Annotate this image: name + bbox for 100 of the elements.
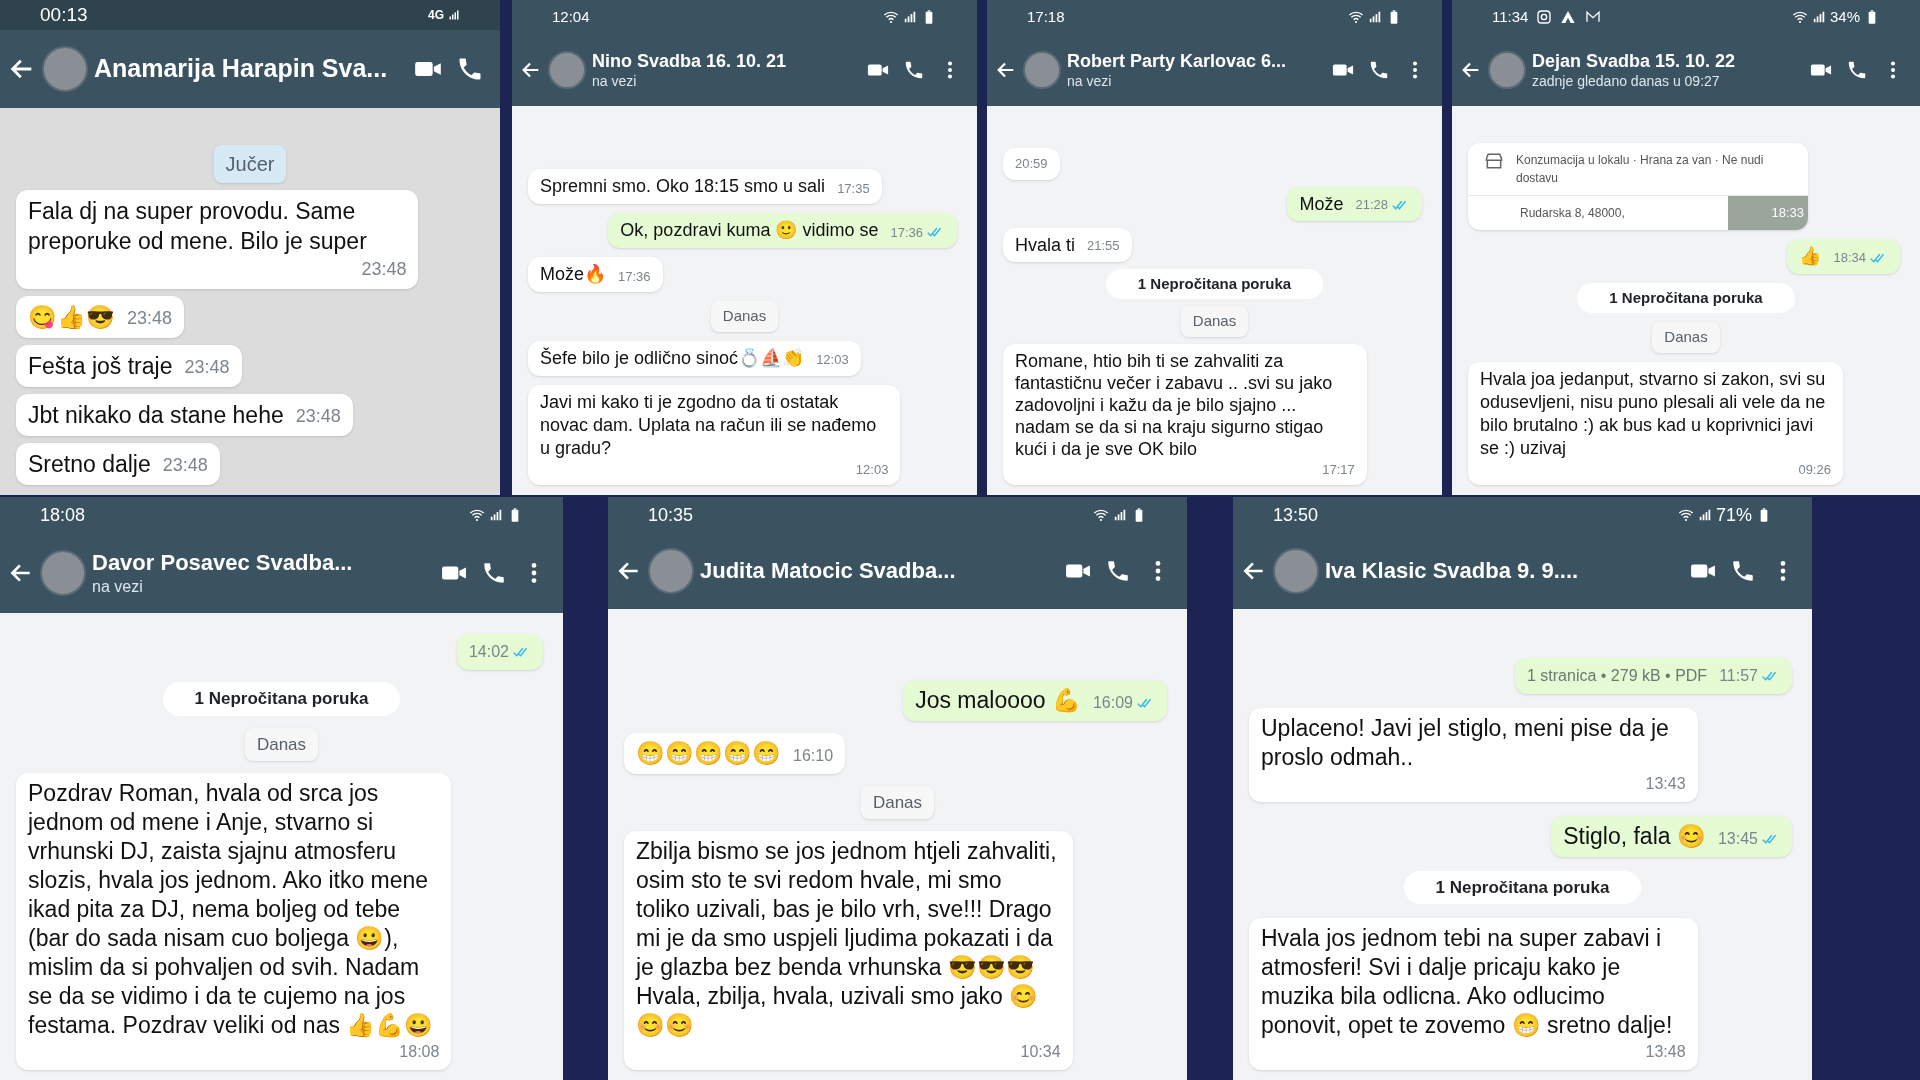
contact-name[interactable]: Davor Posavec Svadba... — [92, 549, 435, 577]
status-time: 13:50 — [1273, 503, 1319, 527]
phone-call-icon[interactable] — [1846, 59, 1868, 81]
network-indicator: 4G — [428, 7, 444, 24]
message-time: 13:48 — [1645, 1042, 1686, 1062]
message-time: 23:48 — [295, 405, 341, 428]
signal-icon — [448, 9, 460, 21]
message-text: Jbt nikako da stane hehe — [28, 401, 284, 430]
message-text: Šefe bilo je odlično sinoć💍⛵👏 — [540, 346, 805, 370]
status-time: 17:18 — [1027, 6, 1065, 27]
contact-status: na vezi — [1067, 72, 1113, 90]
message-time: 20:59 — [1015, 155, 1048, 173]
unread-messages-label: 1 Nepročitana poruka — [1105, 268, 1324, 299]
contact-name[interactable]: Dejan Svadba 15. 10. 22 — [1532, 50, 1804, 73]
contact-name[interactable]: Robert Party Karlovac 6... — [1067, 50, 1326, 73]
message-time: 23:48 — [361, 258, 407, 281]
message-time: 17:35 — [837, 179, 870, 198]
message-time: 12:03 — [816, 351, 849, 369]
message-text: Hvala ti — [1015, 233, 1076, 256]
date-label: Danas — [244, 727, 319, 761]
message-text: Uplaceno! Javi jel stiglo, meni pise da je proslo odmah.. — [1261, 713, 1670, 772]
wifi-icon — [1677, 507, 1694, 523]
avatar[interactable] — [40, 550, 86, 596]
message-text: Romane, htio bih ti se zahvaliti za fantastičnu večer i zabavu .. .svi su jako zadovoljni i kažu da je bilo sjajno ... nadam se da si na kraju sigurno stigao kući i da je sve OK bilo — [1015, 349, 1334, 460]
date-label: Danas — [1652, 322, 1720, 353]
message-text: Fešta još traje — [28, 352, 173, 381]
signal-icon — [1697, 508, 1712, 522]
wifi-icon — [883, 9, 899, 25]
avatar[interactable] — [648, 548, 694, 594]
message-text: Pozdrav Roman, hvala od srca jos jednom od mene i Anje, stvarno si vrhunski DJ, zaista sjajnu atmosferu slozis, hvala jos jednom. Ako itko mene ikad pita za DJ, nema boljeg od tebe (bar do sada nisam cuo boljega 😀), mislim da si pohvaljen od svih. Nadam se da se vidimo i da te cujemo na jos festama. Pozdrav veliki od nas 👍💪😀 — [28, 779, 435, 1040]
status-time: 11:34 — [1492, 6, 1529, 27]
unread-messages-label: 1 Nepročitana poruka — [1577, 282, 1795, 313]
unread-messages-label: 1 Nepročitana poruka — [1403, 870, 1642, 904]
battery-percent: 71% — [1715, 503, 1752, 527]
avatar[interactable] — [1023, 51, 1061, 89]
signal-icon — [489, 508, 503, 522]
place-info: Konzumacija u lokalu · Hrana za van · Ne nudi dostavu — [1516, 151, 1765, 187]
phone-call-icon[interactable] — [903, 59, 925, 81]
mail-icon — [1584, 9, 1603, 25]
message-text: Sretno dalje — [28, 450, 151, 479]
date-label: Danas — [710, 301, 779, 332]
phone-call-icon[interactable] — [1105, 558, 1131, 584]
message-time: 09:26 — [1798, 460, 1831, 479]
address-text: Rudarska 8, 48000, — [1519, 204, 1626, 222]
signal-icon — [1113, 508, 1127, 522]
message-text: 😁😁😁😁😁 — [636, 738, 781, 768]
avatar[interactable] — [548, 51, 586, 89]
message-time: 10:34 — [1020, 1042, 1061, 1062]
wifi-icon — [469, 507, 485, 523]
message-time: 11:57 — [1719, 665, 1758, 686]
battery-percent: 34% — [1829, 6, 1860, 27]
message-time: 14:02 — [468, 642, 509, 662]
contact-status: na vezi — [92, 576, 144, 597]
signal-icon — [1368, 10, 1382, 24]
camera-icon — [1536, 9, 1553, 25]
contact-name[interactable]: Nino Svadba 16. 10. 21 — [592, 50, 861, 73]
date-label: Danas — [1180, 306, 1249, 337]
message-time: 23:48 — [162, 454, 208, 477]
message-text: Stiglo, fala 😊 — [1563, 821, 1706, 851]
message-time: 23:48 — [127, 307, 173, 330]
status-time: 10:35 — [648, 503, 694, 527]
message-text: Fala dj na super provodu. Same preporuke od mene. Bilo je super — [28, 197, 368, 256]
message-time: 12:03 — [855, 460, 889, 479]
date-label: Jučer — [213, 145, 287, 183]
phone-call-icon[interactable] — [1730, 558, 1756, 584]
message-time: 13:45 — [1717, 828, 1758, 849]
message-text: 👍 — [1799, 244, 1822, 268]
status-time: 00:13 — [40, 2, 88, 27]
message-time: 17:36 — [618, 267, 651, 286]
avatar[interactable] — [1488, 51, 1526, 89]
message-text: Javi mi kako ti je zgodno da ti ostatak novac dam. Uplata na račun ili se nađemo u gradu? — [540, 390, 878, 460]
signal-icon — [903, 10, 917, 24]
message-time: 18:33 — [1771, 203, 1805, 222]
message-text: Ok, pozdravi kuma 🙂 vidimo se — [620, 219, 879, 242]
message-time: 17:36 — [890, 223, 923, 242]
avatar[interactable] — [42, 46, 88, 92]
message-time: 18:08 — [399, 1042, 440, 1062]
message-text: Hvala joa jedanput, stvarno si zakon, svi su odusevljeni, nisu puno plesali ali vele da ne bilo brutalno :) ak bus kad u koprivnici javi se :) uzivaj — [1480, 367, 1827, 460]
wifi-icon — [1093, 507, 1109, 523]
message-time: 16:10 — [793, 745, 834, 766]
message-text: Hvala jos jednom tebi na super zabavi i atmosferi! Svi i dalje pricaju kako je muzika bila odlicna. Ako odlucimo ponovit, opet te zovemo 😁 sretno dalje! — [1261, 924, 1674, 1040]
status-time: 12:04 — [552, 6, 590, 27]
message-text: Može — [1299, 192, 1344, 215]
message-text: Spremni smo. Oko 18:15 smo u sali — [540, 175, 826, 198]
message-text: 😋👍😎 — [28, 303, 115, 332]
message-time: 21:28 — [1355, 196, 1388, 214]
message-time: 17:17 — [1322, 460, 1355, 479]
message-time: 23:48 — [184, 356, 230, 379]
contact-status: na vezi — [592, 72, 638, 90]
message-text: Može🔥 — [540, 263, 606, 286]
wifi-icon — [1791, 9, 1808, 25]
avatar[interactable] — [1273, 548, 1319, 594]
phone-call-icon[interactable] — [481, 560, 507, 586]
wifi-icon — [1348, 9, 1364, 25]
message-time: 13:43 — [1645, 773, 1686, 794]
phone-call-icon[interactable] — [1368, 59, 1390, 81]
message-time: 21:55 — [1087, 237, 1120, 255]
message-text: 1 stranica • 279 kB • PDF — [1526, 665, 1708, 686]
triangle-icon — [1560, 9, 1577, 25]
message-time: 16:09 — [1092, 692, 1133, 713]
